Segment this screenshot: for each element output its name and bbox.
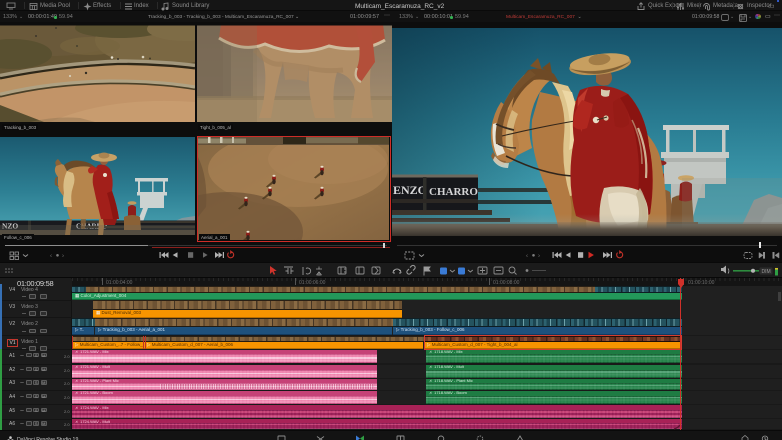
svg-text:ENZO: ENZO bbox=[393, 183, 427, 197]
svg-text:‹: ‹ bbox=[50, 254, 52, 260]
svg-text:DIM: DIM bbox=[762, 269, 771, 275]
svg-text:›: › bbox=[538, 254, 540, 260]
svg-text:›: › bbox=[62, 254, 64, 260]
svg-text:CHARRO: CHARRO bbox=[429, 186, 478, 198]
svg-text:‹: ‹ bbox=[526, 254, 528, 260]
